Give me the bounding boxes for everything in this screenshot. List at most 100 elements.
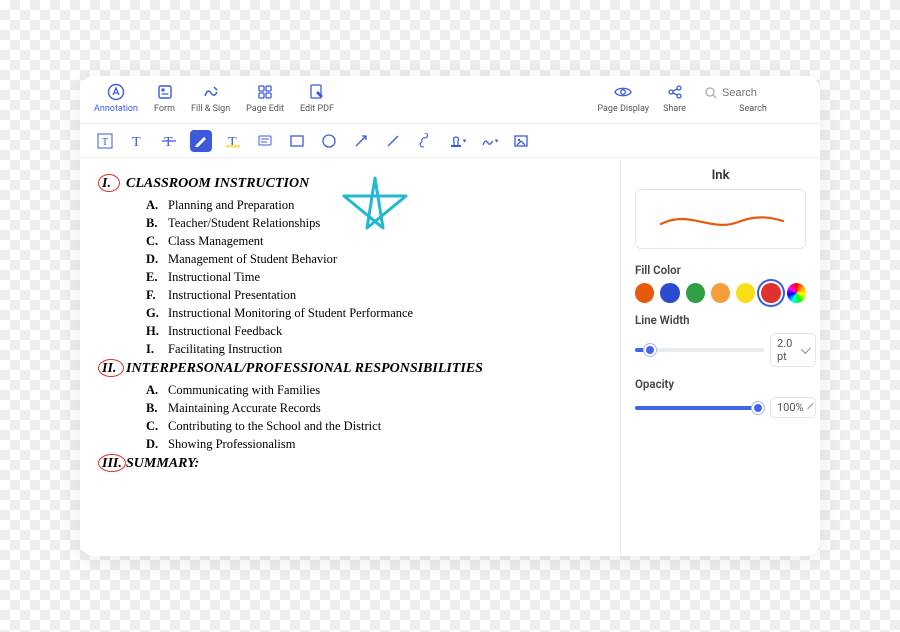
item-text: Maintaining Accurate Records: [168, 401, 321, 415]
pagedisplay-label: Page Display: [597, 104, 649, 114]
section-heading: I.CLASSROOM INSTRUCTION: [102, 176, 610, 192]
svg-text:T: T: [102, 137, 108, 148]
line-tool[interactable]: [382, 130, 404, 152]
item-text: Contributing to the School and the Distr…: [168, 419, 381, 433]
app-window: Annotation Form Fill & Sign Page Edit: [80, 76, 820, 556]
item-letter: B.: [146, 401, 168, 416]
linewidth-slider[interactable]: [635, 348, 764, 352]
item-text: Instructional Presentation: [168, 288, 296, 302]
section-heading: II.INTERPERSONAL/PROFESSIONAL RESPONSIBI…: [102, 361, 610, 377]
list-item: B.Maintaining Accurate Records: [146, 401, 610, 416]
item-letter: E.: [146, 270, 168, 285]
item-text: Planning and Preparation: [168, 198, 294, 212]
section-number: III.: [102, 456, 126, 472]
editpdf-icon: [307, 82, 327, 102]
svg-text:T: T: [164, 135, 173, 149]
opacity-value-box[interactable]: 100%: [770, 397, 816, 418]
annotation-sub-toolbar: T T T T ▾ ▾: [80, 124, 820, 158]
section-number: II.: [102, 361, 126, 377]
linewidth-value: 2.0 pt: [777, 337, 797, 363]
note-tool[interactable]: [254, 130, 276, 152]
pagedisplay-button[interactable]: Page Display: [597, 82, 649, 114]
search-box[interactable]: [700, 84, 806, 102]
list-item: H.Instructional Feedback: [146, 324, 610, 339]
item-letter: C.: [146, 234, 168, 249]
color-swatch[interactable]: [736, 283, 755, 303]
linewidth-label: Line Width: [635, 313, 806, 327]
rectangle-tool[interactable]: [286, 130, 308, 152]
circle-tool[interactable]: [318, 130, 340, 152]
color-swatch[interactable]: [635, 283, 654, 303]
list-item: A.Planning and Preparation: [146, 198, 610, 213]
eye-icon: [613, 82, 633, 102]
chevron-down-icon: [801, 344, 811, 354]
item-text: Showing Professionalism: [168, 437, 295, 451]
color-swatch[interactable]: [686, 283, 705, 303]
item-letter: D.: [146, 252, 168, 267]
list-item: I.Facilitating Instruction: [146, 342, 610, 357]
document-viewport[interactable]: I.CLASSROOM INSTRUCTIONA.Planning and Pr…: [80, 158, 620, 556]
list-item: G.Instructional Monitoring of Student Pe…: [146, 306, 610, 321]
pageedit-icon: [255, 82, 275, 102]
item-letter: B.: [146, 216, 168, 231]
signature-tool[interactable]: ▾: [478, 130, 500, 152]
stamp-tool[interactable]: ▾: [446, 130, 468, 152]
fillsign-icon: [201, 82, 221, 102]
search-input[interactable]: [722, 87, 802, 99]
section-title: INTERPERSONAL/PROFESSIONAL RESPONSIBILIT…: [126, 361, 483, 376]
textbox-tool[interactable]: T: [94, 130, 116, 152]
search-group: Search: [700, 82, 806, 114]
item-text: Facilitating Instruction: [168, 342, 282, 356]
item-letter: G.: [146, 306, 168, 321]
section-item-list: A.Communicating with FamiliesB.Maintaini…: [146, 383, 610, 452]
editpdf-label: Edit PDF: [300, 104, 334, 114]
section-title: CLASSROOM INSTRUCTION: [126, 176, 309, 191]
item-letter: A.: [146, 383, 168, 398]
section-heading: III.SUMMARY:: [102, 456, 610, 472]
pageedit-tab[interactable]: Page Edit: [246, 82, 284, 114]
item-letter: F.: [146, 288, 168, 303]
opacity-slider[interactable]: [635, 406, 764, 410]
list-item: F.Instructional Presentation: [146, 288, 610, 303]
form-label: Form: [154, 104, 175, 114]
fillcolor-label: Fill Color: [635, 263, 806, 277]
ink-preview: [635, 189, 806, 249]
linewidth-value-box[interactable]: 2.0 pt: [770, 333, 816, 367]
item-letter: H.: [146, 324, 168, 339]
color-swatches: [635, 283, 806, 303]
list-item: B.Teacher/Student Relationships: [146, 216, 610, 231]
color-swatch[interactable]: [711, 283, 730, 303]
arrow-tool[interactable]: [350, 130, 372, 152]
form-tab[interactable]: Form: [154, 82, 175, 114]
strikethrough-tool[interactable]: T: [158, 130, 180, 152]
highlight-tool[interactable]: T: [222, 130, 244, 152]
item-letter: D.: [146, 437, 168, 452]
text-tool[interactable]: T: [126, 130, 148, 152]
share-button[interactable]: Share: [663, 82, 686, 114]
search-label: Search: [739, 104, 767, 114]
section-title: SUMMARY:: [126, 456, 199, 471]
list-item: C.Class Management: [146, 234, 610, 249]
list-item: D.Showing Professionalism: [146, 437, 610, 452]
toolbar-right-group: Page Display Share Search: [597, 82, 806, 114]
color-swatch[interactable]: [761, 283, 780, 303]
item-letter: A.: [146, 198, 168, 213]
editpdf-tab[interactable]: Edit PDF: [300, 82, 334, 114]
item-text: Management of Student Behavior: [168, 252, 337, 266]
fillsign-tab[interactable]: Fill & Sign: [191, 82, 230, 114]
search-icon: [704, 86, 718, 100]
chevron-down-icon: [807, 403, 813, 409]
opacity-label: Opacity: [635, 377, 806, 391]
color-swatch[interactable]: [660, 283, 679, 303]
item-text: Communicating with Families: [168, 383, 320, 397]
color-swatch[interactable]: [787, 283, 806, 303]
annotation-tab[interactable]: Annotation: [94, 82, 138, 114]
item-letter: C.: [146, 419, 168, 434]
list-item: D.Management of Student Behavior: [146, 252, 610, 267]
list-item: E.Instructional Time: [146, 270, 610, 285]
image-tool[interactable]: [510, 130, 532, 152]
link-tool[interactable]: [414, 130, 436, 152]
item-text: Instructional Feedback: [168, 324, 282, 338]
item-text: Teacher/Student Relationships: [168, 216, 320, 230]
ink-tool[interactable]: [190, 130, 212, 152]
